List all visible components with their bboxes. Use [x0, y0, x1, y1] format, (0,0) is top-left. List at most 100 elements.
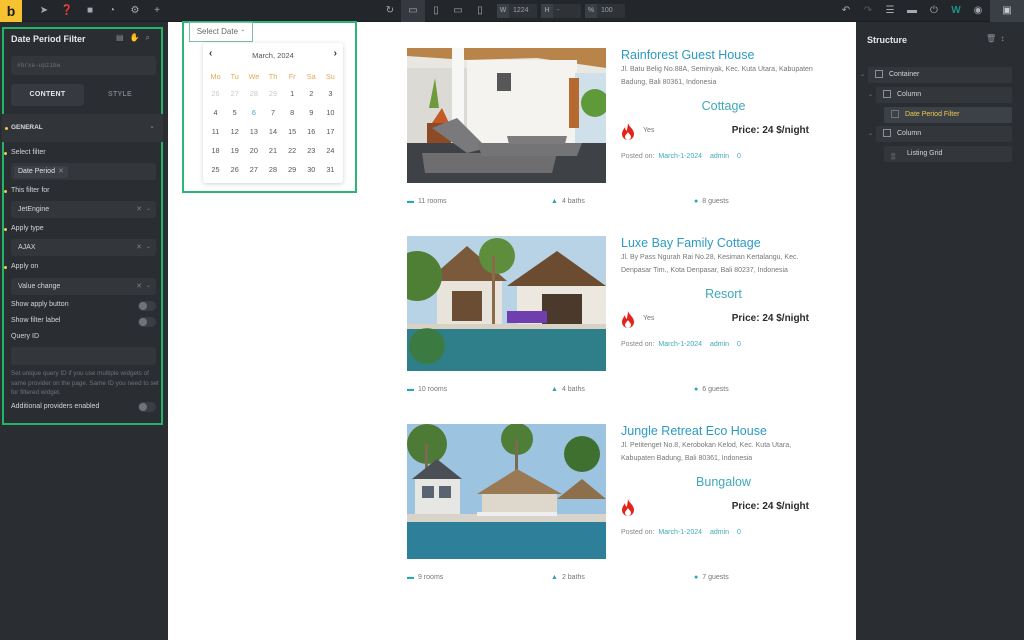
- author-link[interactable]: admin: [710, 341, 729, 348]
- calendar-day[interactable]: 28: [263, 160, 282, 179]
- remove-chip-icon[interactable]: ✕: [58, 168, 64, 175]
- calendar-day[interactable]: 4: [206, 103, 225, 122]
- listing-title[interactable]: Luxe Bay Family Cottage: [621, 236, 826, 250]
- chevron-down-icon[interactable]: ⌄: [868, 130, 873, 137]
- calendar-day[interactable]: 31: [321, 160, 340, 179]
- structure-node-container[interactable]: Container: [868, 67, 1012, 83]
- wordpress-icon[interactable]: W: [946, 0, 966, 22]
- posted-date-link[interactable]: March-1-2024: [658, 341, 702, 348]
- pointer-icon[interactable]: ➤: [34, 0, 54, 22]
- calendar-day[interactable]: 10: [321, 103, 340, 122]
- tablet-landscape-icon[interactable]: ▭: [448, 0, 468, 22]
- listing-title[interactable]: Jungle Retreat Eco House: [621, 424, 826, 438]
- refresh-icon[interactable]: ↻: [380, 0, 400, 22]
- calendar-day[interactable]: 27: [244, 160, 263, 179]
- collapse-icon[interactable]: ↕: [1001, 34, 1005, 43]
- redo-icon[interactable]: ↷: [858, 0, 878, 22]
- desktop-icon[interactable]: ▭: [401, 0, 425, 22]
- calendar-day[interactable]: 16: [302, 122, 321, 141]
- calendar-day[interactable]: 19: [225, 141, 244, 160]
- tab-content[interactable]: CONTENT: [11, 84, 84, 106]
- calendar-day[interactable]: 23: [302, 141, 321, 160]
- calendar-day[interactable]: 29: [283, 160, 302, 179]
- listing-title[interactable]: Rainforest Guest House: [621, 48, 826, 62]
- listing-photo[interactable]: [407, 48, 606, 183]
- calendar-day[interactable]: 11: [206, 122, 225, 141]
- calendar-day[interactable]: 17: [321, 122, 340, 141]
- calendar-day[interactable]: 1: [283, 84, 302, 103]
- search-icon[interactable]: ⌕: [146, 33, 150, 42]
- structure-node-column[interactable]: Column: [876, 87, 1012, 103]
- save-button[interactable]: ▣: [990, 0, 1024, 22]
- undo-icon[interactable]: ↶: [836, 0, 856, 22]
- calendar-day-outside[interactable]: 28: [244, 84, 263, 103]
- help-icon[interactable]: ❓: [57, 0, 77, 22]
- structure-node-column[interactable]: Column: [876, 126, 1012, 142]
- listing-photo[interactable]: [407, 236, 606, 371]
- select-filter-input[interactable]: Date Period ✕: [11, 163, 156, 180]
- clear-icon[interactable]: ✕: [136, 278, 142, 295]
- calendar-day[interactable]: 7: [263, 103, 282, 122]
- section-general[interactable]: GENERAL ⌄: [2, 114, 163, 142]
- calendar-day[interactable]: 9: [302, 103, 321, 122]
- author-link[interactable]: admin: [710, 529, 729, 536]
- listing-photo[interactable]: [407, 424, 606, 559]
- builder-logo[interactable]: b: [0, 0, 22, 22]
- height-field[interactable]: H-: [541, 4, 581, 18]
- pin-icon[interactable]: ✋: [130, 33, 140, 42]
- comments-link[interactable]: 0: [737, 153, 741, 160]
- mobile-icon[interactable]: ▯: [470, 0, 490, 22]
- chevron-down-icon[interactable]: ⌄: [860, 71, 865, 78]
- pages-icon[interactable]: ■: [80, 0, 100, 22]
- apply-on-select[interactable]: Value change ✕ ⌄: [11, 278, 156, 295]
- trash-icon[interactable]: 🗑: [986, 34, 996, 43]
- calendar-day[interactable]: 12: [225, 122, 244, 141]
- tablet-portrait-icon[interactable]: ▯: [426, 0, 446, 22]
- calendar-day[interactable]: 22: [283, 141, 302, 160]
- menu-icon[interactable]: ☰: [880, 0, 900, 22]
- posted-date-link[interactable]: March-1-2024: [658, 153, 702, 160]
- additional-providers-toggle[interactable]: [138, 402, 156, 412]
- calendar-day[interactable]: 2: [302, 84, 321, 103]
- calendar-day[interactable]: 21: [263, 141, 282, 160]
- settings-icon[interactable]: ⚙: [125, 0, 145, 22]
- comments-link[interactable]: 0: [737, 341, 741, 348]
- calendar-day[interactable]: 5: [225, 103, 244, 122]
- calendar-day[interactable]: 15: [283, 122, 302, 141]
- author-link[interactable]: admin: [710, 153, 729, 160]
- zoom-field[interactable]: % 100: [585, 4, 625, 18]
- calendar-day[interactable]: 14: [263, 122, 282, 141]
- folder-icon[interactable]: ▬: [902, 0, 922, 22]
- css-classes-icon[interactable]: ▤: [116, 33, 124, 42]
- posted-date-link[interactable]: March-1-2024: [658, 529, 702, 536]
- show-filter-label-toggle[interactable]: [138, 317, 156, 327]
- clear-icon[interactable]: ✕: [136, 239, 142, 256]
- tab-style[interactable]: STYLE: [84, 84, 156, 106]
- calendar-day[interactable]: 3: [321, 84, 340, 103]
- calendar-day[interactable]: 20: [244, 141, 263, 160]
- select-date-button[interactable]: Select Date ⌃: [189, 22, 253, 42]
- comments-link[interactable]: 0: [737, 529, 741, 536]
- power-icon[interactable]: ⏻: [924, 0, 944, 22]
- add-icon[interactable]: +: [147, 0, 167, 22]
- clear-icon[interactable]: ✕: [136, 201, 142, 218]
- history-icon[interactable]: ◔: [102, 0, 122, 22]
- calendar-day-outside[interactable]: 29: [263, 84, 282, 103]
- chevron-down-icon[interactable]: ⌄: [868, 91, 873, 98]
- calendar-day[interactable]: 26: [225, 160, 244, 179]
- calendar-day[interactable]: 24: [321, 141, 340, 160]
- width-field[interactable]: W 1224: [497, 4, 537, 18]
- preview-icon[interactable]: ◉: [968, 0, 988, 22]
- calendar-day[interactable]: 13: [244, 122, 263, 141]
- next-month-button[interactable]: ›: [334, 48, 337, 59]
- this-filter-for-select[interactable]: JetEngine ✕ ⌄: [11, 201, 156, 218]
- calendar-day[interactable]: 18: [206, 141, 225, 160]
- element-id-field[interactable]: #brxe-upzibw: [11, 56, 156, 75]
- apply-type-select[interactable]: AJAX ✕ ⌄: [11, 239, 156, 256]
- structure-node-listing-grid[interactable]: ▒ Listing Grid: [884, 146, 1012, 162]
- calendar-day[interactable]: 8: [283, 103, 302, 122]
- calendar-day-today[interactable]: 6: [244, 103, 263, 122]
- calendar-day-outside[interactable]: 27: [225, 84, 244, 103]
- calendar-day-outside[interactable]: 26: [206, 84, 225, 103]
- query-id-input[interactable]: [11, 347, 156, 365]
